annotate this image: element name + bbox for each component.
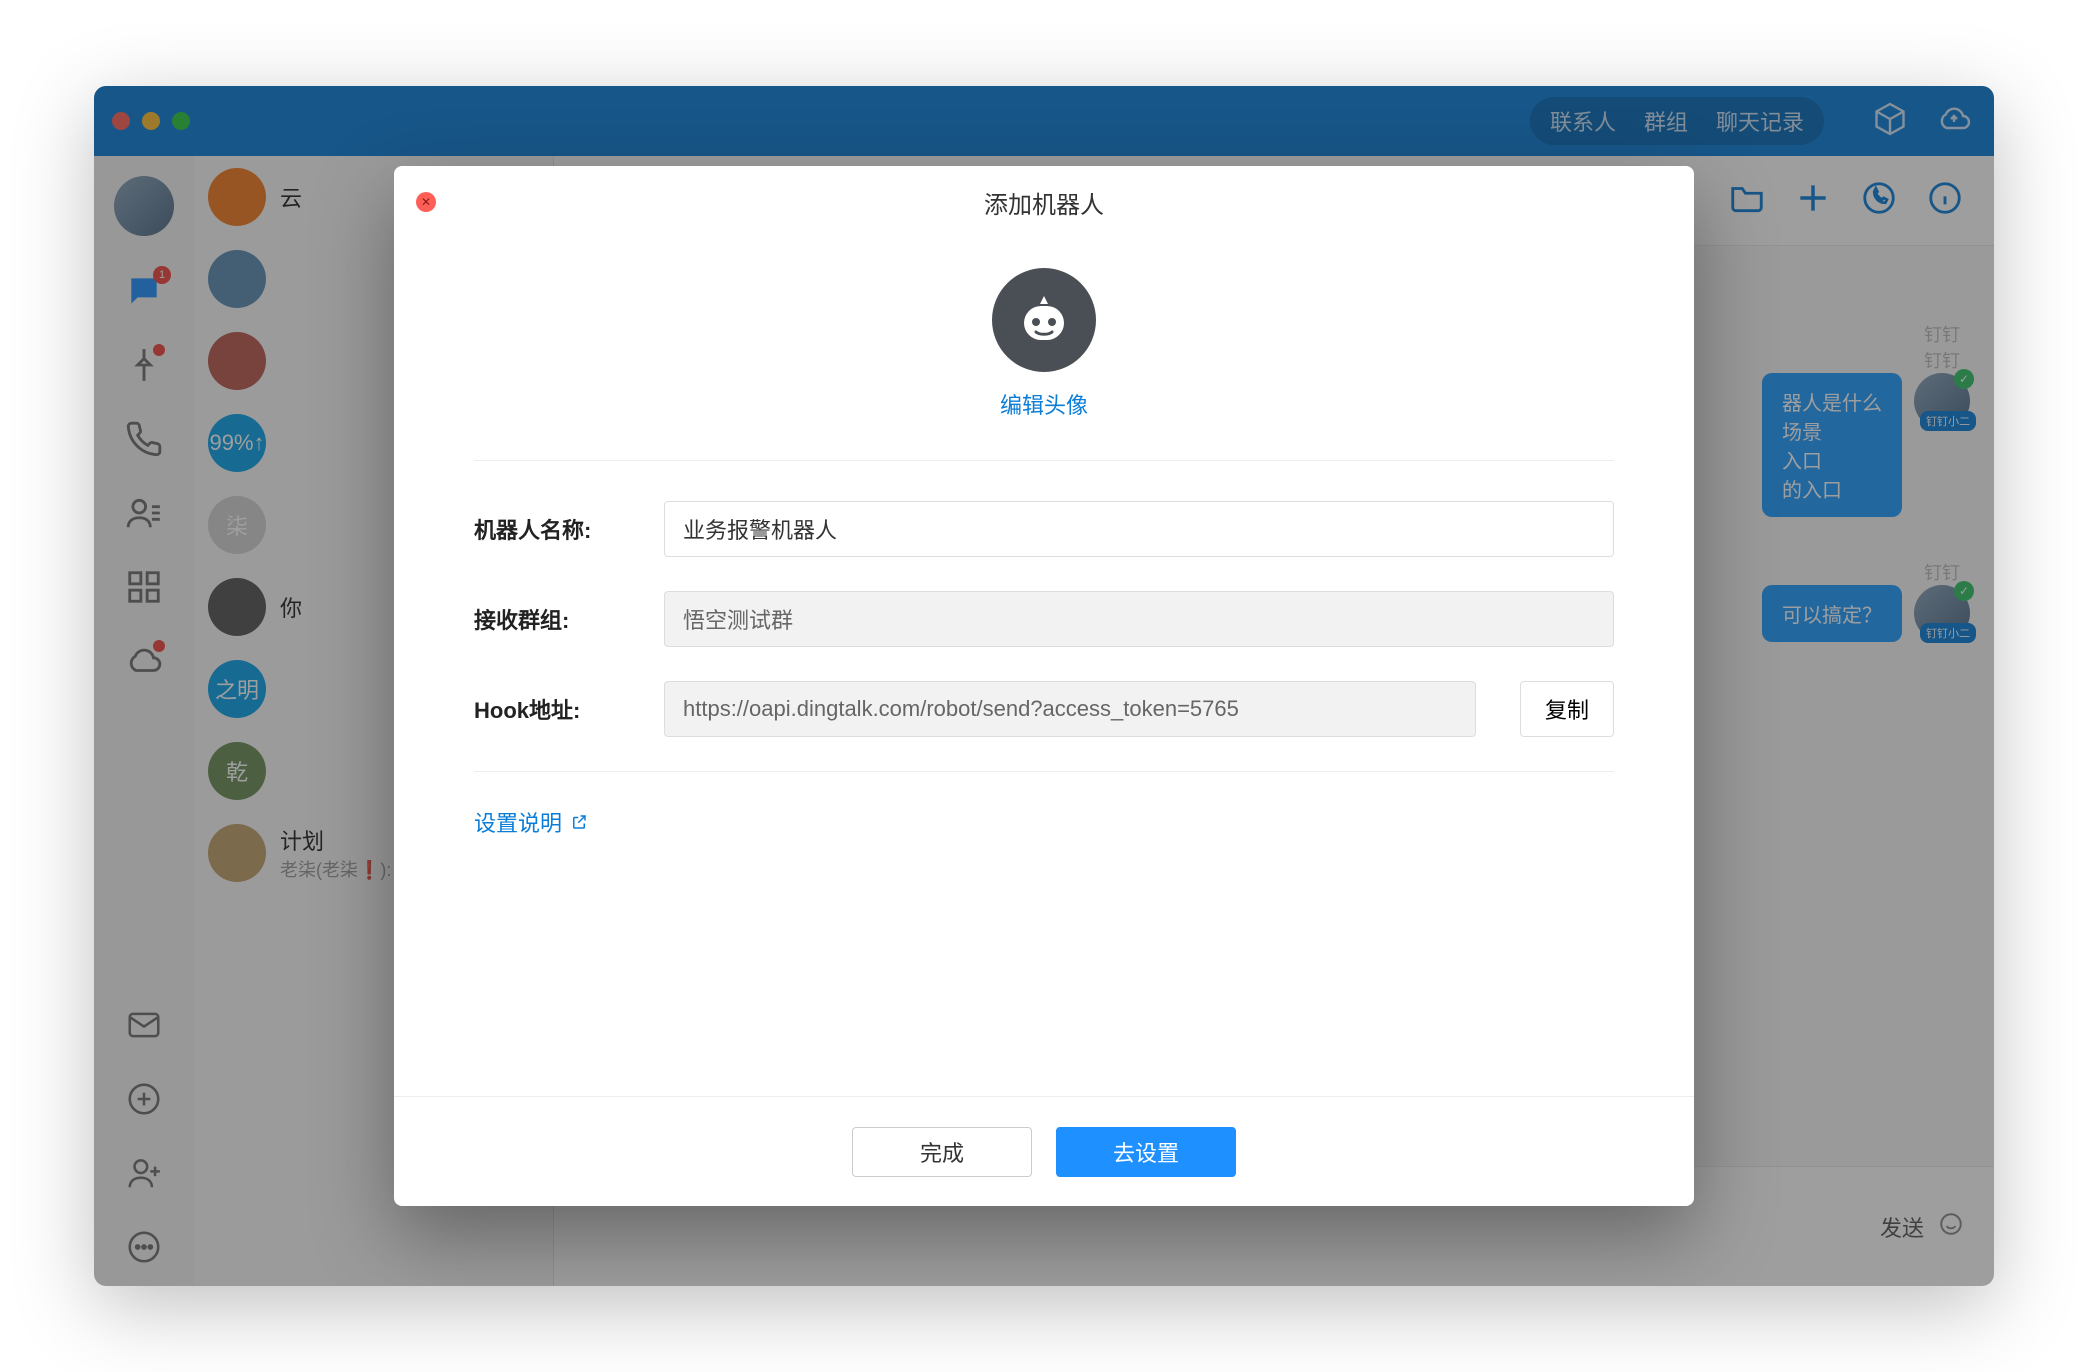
- label-hook: Hook地址:: [474, 693, 634, 725]
- settings-help-link[interactable]: 设置说明: [474, 806, 588, 838]
- go-settings-button[interactable]: 去设置: [1056, 1127, 1236, 1177]
- copy-button[interactable]: 复制: [1520, 681, 1614, 737]
- edit-avatar-link[interactable]: 编辑头像: [1000, 388, 1088, 420]
- modal-title: 添加机器人: [984, 185, 1104, 220]
- label-robot-name: 机器人名称:: [474, 513, 634, 545]
- modal-overlay: ✕ 添加机器人 编辑头像: [94, 86, 1994, 1286]
- group-input: [664, 591, 1614, 647]
- modal-header: ✕ 添加机器人: [394, 166, 1694, 238]
- label-group: 接收群组:: [474, 603, 634, 635]
- modal-footer: 完成 去设置: [394, 1096, 1694, 1206]
- add-robot-modal: ✕ 添加机器人 编辑头像: [394, 166, 1694, 1206]
- robot-avatar: [992, 268, 1096, 372]
- done-button[interactable]: 完成: [852, 1127, 1032, 1177]
- external-link-icon: [570, 813, 588, 831]
- hook-url-input[interactable]: [664, 681, 1476, 737]
- modal-close-button[interactable]: ✕: [416, 192, 436, 212]
- robot-name-input[interactable]: [664, 501, 1614, 557]
